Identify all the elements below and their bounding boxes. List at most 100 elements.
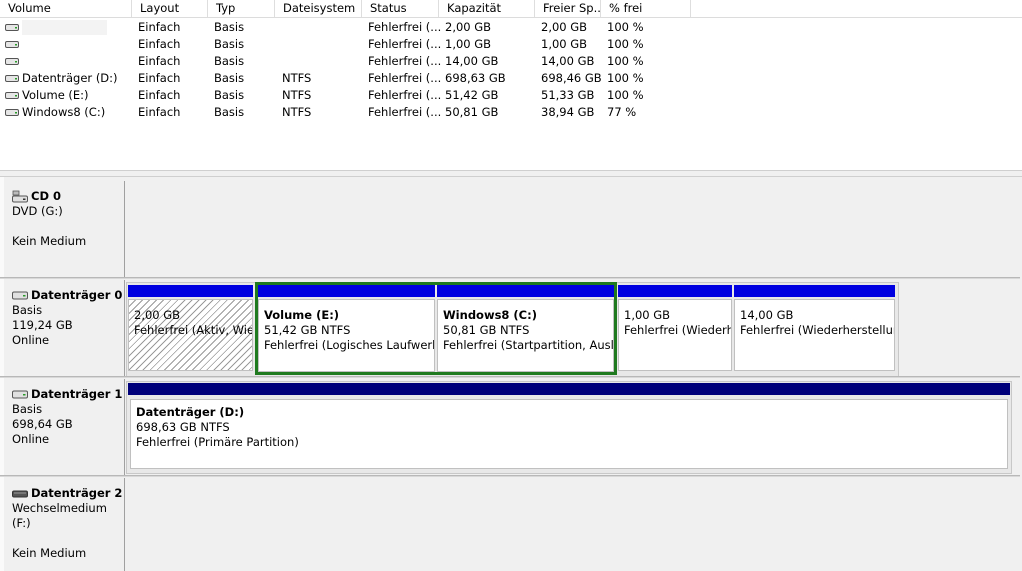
partition-status: Fehlerfrei (Logisches Laufwerk) [264,338,435,352]
cell-layout: Einfach [138,54,181,68]
disk-title: Datenträger 1 [31,387,123,401]
cell-kapazitaet: 2,00 GB [445,20,492,34]
table-row[interactable]: Windows8 (C:) Einfach Basis NTFS Fehlerf… [0,104,700,121]
column-header-typ[interactable]: Typ [208,0,275,17]
cell-volume: Windows8 (C:) [22,105,106,119]
cell-volume: Datenträger (D:) [22,71,118,85]
disk-size: 698,64 GB [12,417,73,431]
drive-icon [5,58,19,65]
partition-bar [258,285,435,297]
partition-bar [437,285,614,297]
partition-size: 50,81 GB NTFS [443,323,530,337]
table-row[interactable]: Einfach Basis Fehlerfrei (... 14,00 GB 1… [0,53,700,70]
drive-icon [5,109,19,116]
disk-label-disk2[interactable]: Datenträger 2 Wechselmedium (F:) Kein Me… [4,478,125,571]
cell-dateisystem: NTFS [282,88,312,102]
column-header-freier-speicher[interactable]: Freier Sp... [535,0,601,17]
disk-icon [12,390,28,398]
cell-typ: Basis [214,88,245,102]
cell-volume: Volume (E:) [22,88,89,102]
column-header-volume[interactable]: Volume [0,0,132,17]
cell-status: Fehlerfrei (... [368,37,442,51]
disk-drive-letter: DVD (G:) [12,204,63,218]
cell-prozent-frei: 100 % [607,54,644,68]
cell-status: Fehlerfrei (... [368,54,442,68]
disk-label-cd0[interactable]: CD 0 DVD (G:) Kein Medium [4,181,125,277]
disk-title: Datenträger 2 [31,486,123,500]
volume-list: Volume Layout Typ Dateisystem Status Kap… [0,0,1022,170]
disk-type: Basis [12,303,43,317]
partition-body: 14,00 GB Fehlerfrei (Wiederherstellungsp… [734,299,895,371]
column-header-kapazitaet[interactable]: Kapazität [439,0,535,17]
cell-typ: Basis [214,105,245,119]
partition-recovery-1gb[interactable]: 1,00 GB Fehlerfrei (Wiederherstellungspa… [618,285,732,371]
disk-state: Online [12,333,50,347]
partition-body: Windows8 (C:) 50,81 GB NTFS Fehlerfrei (… [437,299,614,372]
cell-kapazitaet: 51,42 GB [445,88,499,102]
partition-body: Datenträger (D:) 698,63 GB NTFS Fehlerfr… [130,399,1008,469]
drive-icon [5,92,19,99]
table-row[interactable]: Datenträger (D:) Einfach Basis NTFS Fehl… [0,70,700,87]
partition-status: Fehlerfrei (Aktiv, Wiederherstellungspar… [134,323,253,337]
disk-area-cd0 [126,181,1022,277]
pane-splitter[interactable] [0,170,1022,177]
redacted-volume-name [22,20,107,35]
disk-size: 119,24 GB [12,318,73,332]
partition-bar [734,285,895,297]
drive-icon [5,75,19,82]
disk-title: CD 0 [31,189,61,203]
drive-icon [5,24,19,31]
partition-windows8-c[interactable]: Windows8 (C:) 50,81 GB NTFS Fehlerfrei (… [437,285,614,372]
cell-freier-speicher: 1,00 GB [541,37,588,51]
partition-datentraeger-d[interactable]: Datenträger (D:) 698,63 GB NTFS Fehlerfr… [128,383,1010,471]
column-header-prozent-frei[interactable]: % frei [601,0,691,17]
partition-name: Volume (E:) [264,308,340,322]
cell-prozent-frei: 100 % [607,37,644,51]
partition-recovery-14gb[interactable]: 14,00 GB Fehlerfrei (Wiederherstellungsp… [734,285,895,371]
partition-bar [618,285,732,297]
partition-name: Datenträger (D:) [136,405,245,419]
removable-drive-icon [12,490,28,497]
partition-body: 1,00 GB Fehlerfrei (Wiederherstellungspa… [618,299,732,371]
cell-freier-speicher: 698,46 GB [541,71,602,85]
list-header: Volume Layout Typ Dateisystem Status Kap… [0,0,1022,18]
cell-layout: Einfach [138,20,181,34]
partition-volume-e[interactable]: Volume (E:) 51,42 GB NTFS Fehlerfrei (Lo… [258,285,435,372]
cell-freier-speicher: 2,00 GB [541,20,588,34]
divider [0,376,1022,378]
cell-layout: Einfach [138,71,181,85]
disk-area-disk2 [126,478,1022,571]
drive-icon [5,41,19,48]
cd-drive-icon [12,190,28,203]
disk-label-disk0[interactable]: Datenträger 0 Basis 119,24 GB Online [4,280,125,376]
partition-status: Fehlerfrei (Primäre Partition) [136,435,299,449]
table-row[interactable]: Volume (E:) Einfach Basis NTFS Fehlerfre… [0,87,700,104]
column-header-dateisystem[interactable]: Dateisystem [275,0,362,17]
cell-prozent-frei: 100 % [607,88,644,102]
cell-freier-speicher: 51,33 GB [541,88,595,102]
disk-title: Datenträger 0 [31,288,123,302]
column-header-status[interactable]: Status [362,0,439,17]
cell-kapazitaet: 14,00 GB [445,54,499,68]
cell-status: Fehlerfrei (... [368,105,442,119]
cell-dateisystem: NTFS [282,71,312,85]
partition-body: 2,00 GB Fehlerfrei (Aktiv, Wiederherstel… [128,299,253,371]
disk-label-disk1[interactable]: Datenträger 1 Basis 698,64 GB Online [4,379,125,475]
column-header-layout[interactable]: Layout [132,0,208,17]
disk-type: Basis [12,402,43,416]
divider [0,475,1022,477]
table-row[interactable]: Einfach Basis Fehlerfrei (... 1,00 GB 1,… [0,36,700,53]
partition-name: Windows8 (C:) [443,308,537,322]
cell-dateisystem: NTFS [282,105,312,119]
partition-size: 698,63 GB NTFS [136,420,230,434]
table-row[interactable]: Einfach Basis Fehlerfrei (... 2,00 GB 2,… [0,19,700,36]
partition-status: Fehlerfrei (Startpartition, Auslagerungs… [443,338,614,352]
cell-prozent-frei: 77 % [607,105,637,119]
cell-status: Fehlerfrei (... [368,71,442,85]
cell-status: Fehlerfrei (... [368,88,442,102]
cell-layout: Einfach [138,105,181,119]
cell-kapazitaet: 1,00 GB [445,37,492,51]
cell-prozent-frei: 100 % [607,20,644,34]
cell-status: Fehlerfrei (... [368,20,442,34]
partition-recovery-2gb[interactable]: 2,00 GB Fehlerfrei (Aktiv, Wiederherstel… [128,285,253,371]
